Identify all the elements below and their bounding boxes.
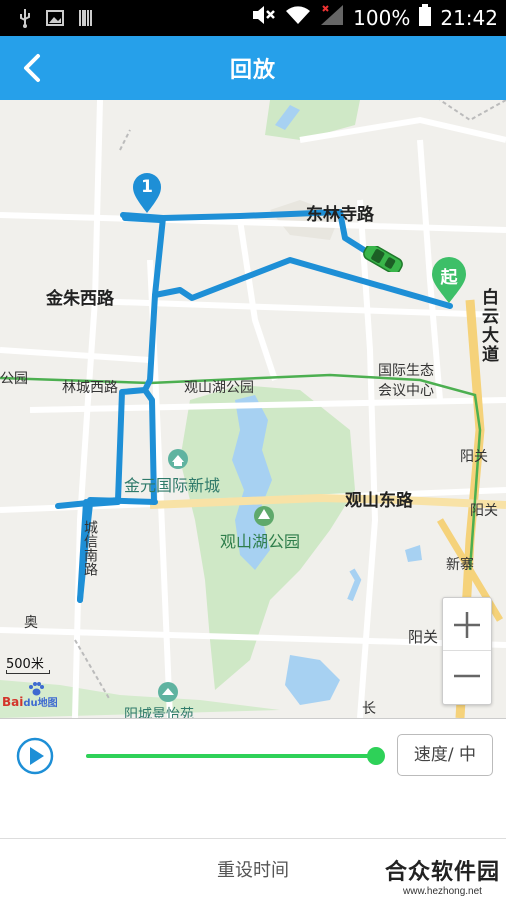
- road-label-baiyun: 白云大道: [478, 288, 498, 364]
- baidu-logo-text: Bai: [2, 695, 24, 709]
- mute-icon: [251, 4, 277, 31]
- wifi-icon: [285, 5, 311, 30]
- watermark-url: www.hezhong.net: [403, 886, 482, 897]
- baidu-logo-suffix: du地图: [23, 698, 58, 709]
- road-label-yangguan-1: 阳关: [460, 449, 488, 465]
- road-label-yangguan-3: 阳关: [408, 628, 439, 646]
- slider-fill: [86, 754, 376, 758]
- zoom-control: [442, 597, 492, 705]
- plus-icon: [454, 612, 480, 638]
- status-bar: 100% 21:42: [0, 0, 506, 36]
- poi-label-gongyuan: 公园: [0, 371, 28, 387]
- road-label-donglinsi: 东林寺路: [306, 205, 374, 225]
- signal-icon: [319, 4, 345, 31]
- poi-label-jinyuan: 金元国际新城: [124, 476, 221, 495]
- minus-icon: [454, 674, 480, 678]
- map-divider: [0, 718, 506, 719]
- road-label-ao: 奥: [24, 615, 38, 631]
- play-button[interactable]: [16, 737, 54, 775]
- road-label-chengxin: 城信南路: [82, 520, 98, 576]
- slider-thumb[interactable]: [367, 747, 385, 765]
- battery-text: 100%: [353, 5, 411, 30]
- map-view[interactable]: 东林寺路 金朱西路 白云大道 公园 林城西路 观山湖公园 国际生态 会议中心 阳…: [0, 100, 506, 718]
- page-title: 回放: [229, 58, 276, 83]
- clock: 21:42: [440, 5, 498, 30]
- car-icon: [363, 243, 403, 275]
- map-scale-bar: [6, 670, 50, 674]
- waypoint-marker[interactable]: 1: [131, 172, 163, 214]
- road-label-jinzhu: 金朱西路: [46, 289, 114, 309]
- playback-slider[interactable]: [86, 747, 385, 765]
- barcode-icon: [78, 9, 94, 31]
- image-icon: [46, 10, 64, 30]
- baidu-paw-icon: [28, 682, 44, 699]
- start-marker-label: 起: [440, 268, 458, 288]
- road-label-guanshan-east: 观山东路: [345, 491, 413, 511]
- zoom-out-button[interactable]: [443, 652, 491, 705]
- poi-label-guoji: 国际生态: [378, 363, 434, 379]
- battery-icon: [418, 4, 432, 31]
- controls-divider: [0, 838, 506, 839]
- reset-time-button[interactable]: 重设时间: [180, 854, 326, 888]
- baidu-logo: Baidu地图: [2, 682, 58, 709]
- road-label-chang: 长: [362, 701, 376, 717]
- play-icon: [16, 737, 54, 775]
- road-label-guanshanhu: 观山湖公园: [184, 380, 254, 396]
- start-marker[interactable]: 起: [430, 256, 468, 304]
- poi-label-bottom: 阳城景怡苑: [124, 707, 194, 718]
- road-label-xinzhai: 新寨: [446, 557, 474, 573]
- road-label-lincheng: 林城西路: [62, 380, 118, 396]
- poi-label-huiyi: 会议中心: [378, 383, 434, 399]
- poi-label-guanshanhu-park: 观山湖公园: [220, 532, 301, 551]
- road-label-yangguan-2: 阳关: [470, 503, 498, 519]
- watermark-title: 合众软件园: [384, 860, 500, 885]
- vehicle-marker[interactable]: [360, 243, 406, 275]
- waypoint-number: 1: [141, 177, 153, 197]
- speed-button[interactable]: 速度/ 中: [397, 734, 493, 776]
- zoom-in-button[interactable]: [443, 598, 491, 651]
- app-header: 回放: [0, 36, 506, 100]
- watermark: 合众软件园 www.hezhong.net: [385, 854, 500, 897]
- usb-icon: [18, 8, 32, 32]
